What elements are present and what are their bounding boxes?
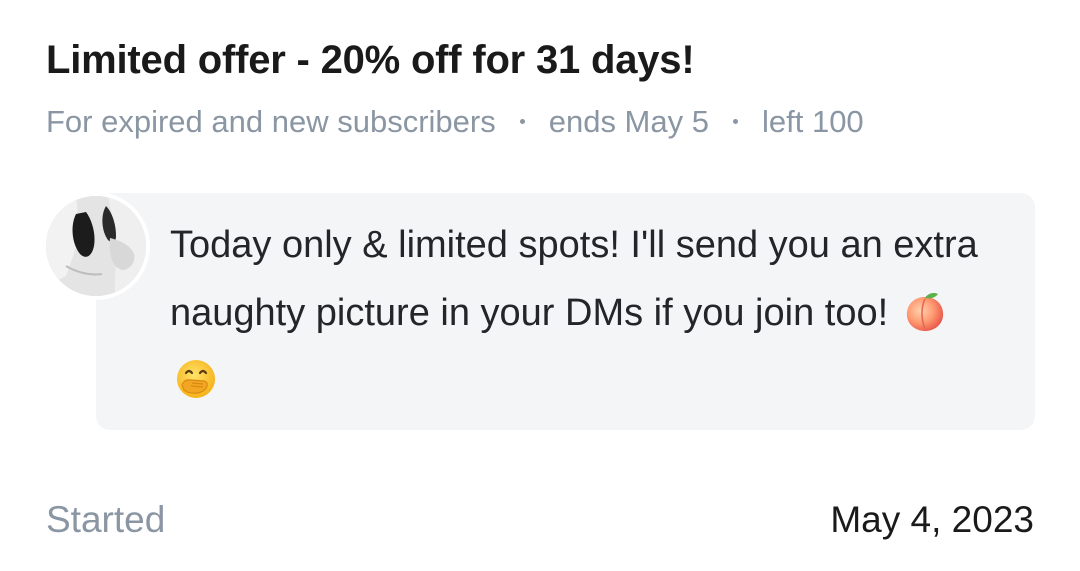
separator-dot (732, 118, 738, 124)
offer-end-date: ends May 5 (548, 104, 709, 139)
face-with-hand-over-mouth-emoji (177, 360, 215, 398)
separator-dot (519, 118, 525, 124)
offer-title: Limited offer - 20% off for 31 days! (46, 38, 695, 82)
avatar-image (46, 196, 146, 296)
avatar-photo-icon (46, 196, 146, 296)
started-label: Started (46, 499, 166, 540)
offer-remaining-count: left 100 (761, 104, 864, 139)
started-date: May 4, 2023 (830, 499, 1034, 540)
offer-message: Today only & limited spots! I'll send yo… (170, 211, 990, 415)
offer-meta: For expired and new subscribers ends May… (46, 104, 864, 140)
offer-audience: For expired and new subscribers (46, 104, 496, 139)
offer-message-bubble: Today only & limited spots! I'll send yo… (96, 193, 1035, 430)
peach-emoji (906, 293, 943, 331)
creator-avatar[interactable] (42, 192, 150, 300)
offer-message-text: Today only & limited spots! I'll send yo… (170, 224, 978, 334)
